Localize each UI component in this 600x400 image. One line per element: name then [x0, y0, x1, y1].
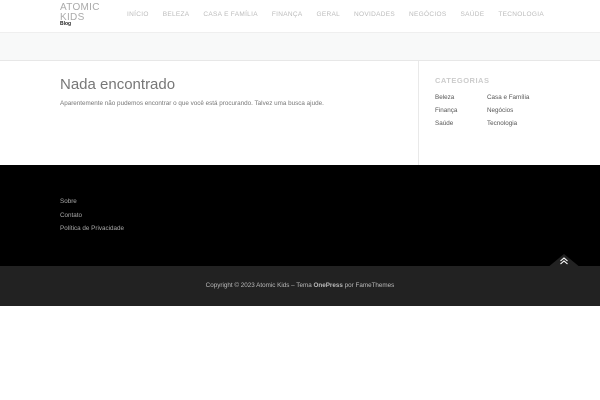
- category-link-beleza[interactable]: Beleza: [435, 94, 487, 102]
- nav-item-casa-e-familia[interactable]: CASA E FAMÍLIA: [189, 11, 257, 18]
- copyright-text: Copyright © 2023 Atomic Kids – Tema OneP…: [0, 282, 600, 290]
- nav-item-financa[interactable]: FINANÇA: [258, 11, 303, 18]
- theme-link[interactable]: OnePress: [313, 282, 342, 289]
- copyright-prefix: Copyright © 2023 Atomic Kids – Tema: [205, 282, 314, 289]
- page-title-band: [0, 32, 600, 61]
- site-title[interactable]: ATOMIC KIDS: [60, 3, 110, 23]
- nav-item-novidades[interactable]: NOVIDADES: [340, 11, 395, 18]
- category-link-financa[interactable]: Finança: [435, 107, 487, 115]
- back-to-top-button[interactable]: [547, 254, 581, 268]
- double-chevron-up-icon: [547, 254, 581, 268]
- category-link-tecnologia[interactable]: Tecnologia: [487, 120, 547, 128]
- category-link-saude[interactable]: Saúde: [435, 120, 487, 128]
- site-header: ATOMIC KIDS Blog INÍCIO BELEZA CASA E FA…: [0, 0, 600, 32]
- nav-item-beleza[interactable]: BELEZA: [149, 11, 190, 18]
- footer-links: Sobre Contato Política de Privacidade: [60, 198, 124, 239]
- footer-link-privacidade[interactable]: Política de Privacidade: [60, 225, 124, 233]
- content-area: Nada encontrado Aparentemente não pudemo…: [0, 61, 600, 165]
- not-found-message: Aparentemente não pudemos encontrar o qu…: [60, 100, 324, 107]
- author-link[interactable]: FameThemes: [355, 282, 394, 289]
- site-brand[interactable]: ATOMIC KIDS Blog: [60, 3, 110, 27]
- nav-item-geral[interactable]: GERAL: [302, 11, 340, 18]
- main-column: Nada encontrado Aparentemente não pudemo…: [60, 76, 410, 108]
- category-link-casa-e-familia[interactable]: Casa e Família: [487, 94, 547, 102]
- footer-link-contato[interactable]: Contato: [60, 212, 124, 220]
- main-navigation: INÍCIO BELEZA CASA E FAMÍLIA FINANÇA GER…: [113, 11, 544, 18]
- copyright-by: por: [342, 282, 356, 289]
- category-link-negocios[interactable]: Negócios: [487, 107, 547, 115]
- nav-item-tecnologia[interactable]: TECNOLOGIA: [484, 11, 544, 18]
- site-tagline: Blog: [60, 21, 74, 27]
- nav-item-saude[interactable]: SAÚDE: [446, 11, 484, 18]
- sidebar: CATEGORIAS Beleza Casa e Família Finança…: [435, 76, 585, 128]
- sidebar-divider: [418, 61, 419, 165]
- site-info: Copyright © 2023 Atomic Kids – Tema OneP…: [0, 254, 600, 306]
- footer-link-sobre[interactable]: Sobre: [60, 198, 124, 206]
- categories-widget-title: CATEGORIAS: [435, 76, 490, 85]
- categories-list: Beleza Casa e Família Finança Negócios S…: [435, 94, 585, 128]
- footer-widgets: Sobre Contato Política de Privacidade: [0, 165, 600, 266]
- page-title: Nada encontrado: [60, 76, 176, 93]
- nav-item-negocios[interactable]: NEGÓCIOS: [395, 11, 446, 18]
- nav-item-inicio[interactable]: INÍCIO: [113, 11, 149, 18]
